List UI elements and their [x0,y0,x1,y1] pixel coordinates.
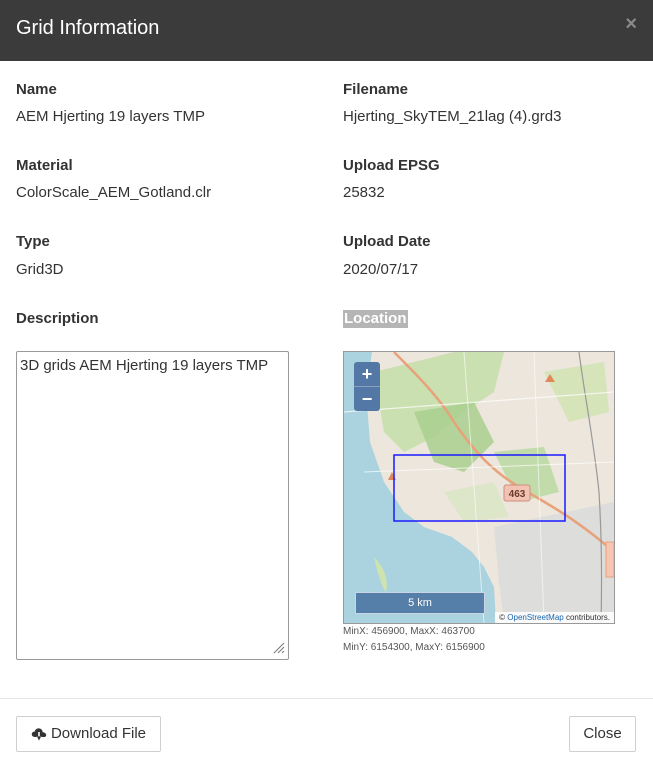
upload-date-label: Upload Date [343,233,431,250]
download-file-label: Download File [50,725,147,742]
zoom-controls: + − [354,362,380,411]
description-textarea[interactable]: 3D grids AEM Hjerting 19 layers TMP [16,351,289,660]
extent-x-text: MinX: 456900, MaxX: 463700 [343,626,475,637]
filename-label: Filename [343,81,409,98]
dialog-title: Grid Information [16,17,160,39]
upload-epsg-value: 25832 [343,184,385,201]
extent-y-text: MinY: 6154300, MaxY: 6156900 [343,642,485,653]
map-scale-bar: 5 km [355,592,485,614]
filename-value: Hjerting_SkyTEM_21lag (4).grd3 [343,108,562,125]
attribution-suffix: contributors. [563,613,610,622]
upload-date-value: 2020/07/17 [343,261,419,278]
description-label: Description [16,310,99,327]
name-label: Name [16,81,57,98]
openstreetmap-link[interactable]: OpenStreetMap [507,613,563,622]
download-file-button[interactable]: Download File [16,716,161,752]
material-value: ColorScale_AEM_Gotland.clr [16,184,212,201]
type-value: Grid3D [16,261,64,278]
cloud-download-icon [31,728,47,741]
upload-epsg-label: Upload EPSG [343,157,440,174]
dialog-header: Grid Information × [0,0,653,61]
footer-divider [0,698,653,699]
close-icon[interactable]: × [625,14,637,34]
grid-information-dialog: Grid Information × Name AEM Hjerting 19 … [0,0,653,769]
zoom-out-button[interactable]: − [354,386,380,411]
material-label: Material [16,157,73,174]
name-value: AEM Hjerting 19 layers TMP [16,108,205,125]
road-shield-label: 463 [509,489,526,500]
map-attribution: © OpenStreetMap contributors. [495,612,614,623]
close-button[interactable]: Close [569,716,636,752]
resize-grip-icon[interactable] [271,640,285,654]
location-label: Location [343,310,408,328]
zoom-in-button[interactable]: + [354,362,380,386]
map-tiles: 463 [344,352,614,623]
location-map[interactable]: 463 + − 5 km © OpenStreetMap contributor… [343,351,615,624]
type-label: Type [16,233,50,250]
copyright-symbol: © [499,613,506,622]
